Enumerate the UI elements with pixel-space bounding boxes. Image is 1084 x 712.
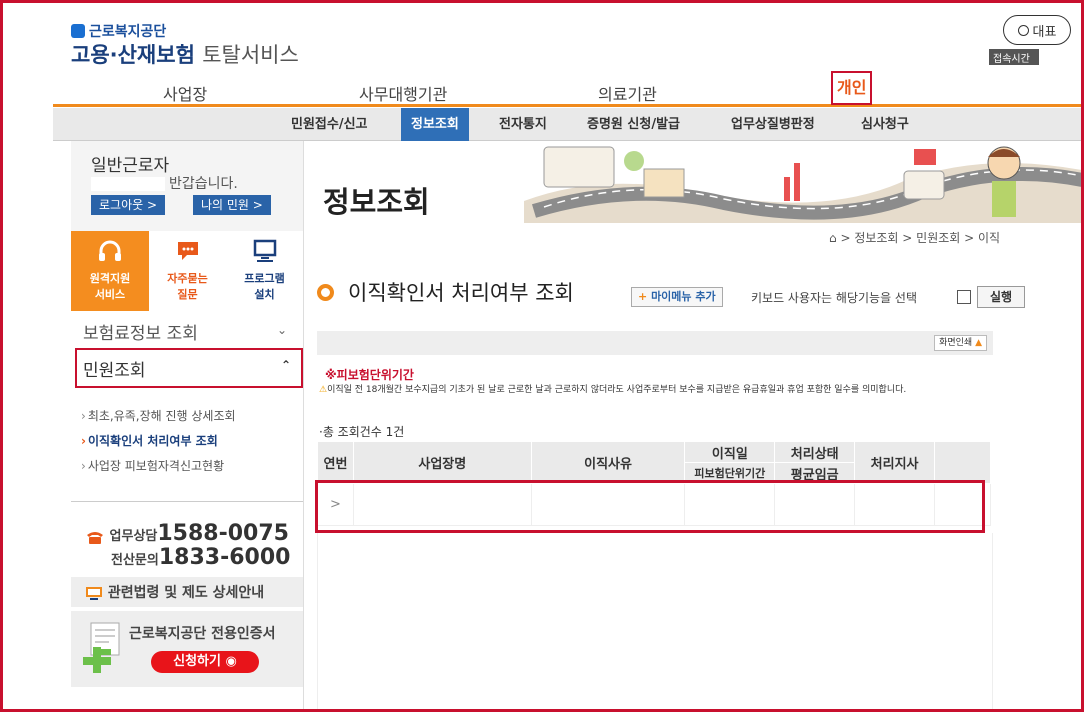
service-title[interactable]: 고용·산재보험 토탈서비스 <box>71 39 299 69</box>
top-nav-workplace[interactable]: 사업장 <box>163 81 207 105</box>
top-nav-personal[interactable]: 개인 <box>831 71 873 105</box>
side-menu-insurance-info[interactable]: 보험료정보 조회 ⌄ <box>83 319 293 344</box>
notice-text: ⚠이직일 전 18개월간 보수지급의 기초가 된 날로 근로한 날과 근로하지 … <box>319 385 907 395</box>
logout-button[interactable]: 로그아웃 > <box>91 195 166 215</box>
my-civil-button[interactable]: 나의 민원 > <box>193 195 271 215</box>
print-button[interactable]: 화면인쇄 ▲ <box>934 335 987 351</box>
remote-support-button[interactable]: 원격지원 서비스 <box>71 231 149 311</box>
col-header-status: 처리상태 <box>774 441 856 463</box>
user-box: 일반근로자 반갑습니다. 로그아웃 > 나의 민원 > <box>71 141 303 231</box>
headset-icon <box>99 240 121 261</box>
arrow-right-icon: › <box>81 434 86 448</box>
col-header-no: 연번 <box>317 441 354 484</box>
col-header-reason: 이직사유 <box>530 441 686 484</box>
tab-disease-judgment[interactable]: 업무상질병판정 <box>721 108 825 141</box>
page-title: 정보조회 <box>323 185 430 219</box>
section-bullet-icon <box>317 283 334 301</box>
user-greeting: 반갑습니다. <box>91 173 238 193</box>
certificate-icon <box>83 622 120 673</box>
certificate-box: 근로복지공단 전용인증서 신청하기 ◉ <box>71 611 303 687</box>
it-phone: 전산문의1833-6000 <box>111 545 291 570</box>
keyboard-checkbox[interactable] <box>957 290 971 304</box>
org-logo-icon <box>71 24 85 38</box>
plus-icon: + <box>638 290 648 303</box>
sidebar-divider <box>303 141 304 709</box>
tab-e-notice[interactable]: 전자통지 <box>489 108 557 141</box>
divider <box>71 501 303 502</box>
user-name-masked <box>91 177 165 191</box>
row-highlight <box>315 480 985 533</box>
side-menu-civil-inquiry[interactable]: 민원조회 ⌃ <box>75 348 303 388</box>
top-nav-agency[interactable]: 사무대행기관 <box>359 81 447 105</box>
monitor-icon <box>86 587 102 600</box>
top-nav: 사업장 사무대행기관 의료기관 개인 <box>53 71 1081 107</box>
access-time-badge: 접속시간 <box>989 49 1039 65</box>
org-logo[interactable]: 근로복지공단 <box>71 21 166 41</box>
table-body-area <box>317 533 993 709</box>
notice-title: ※피보험단위기간 <box>325 368 414 382</box>
sub-nav: 민원접수/신고 정보조회 전자통지 증명원 신청/발급 업무상질병판정 심사청구 <box>53 108 1081 141</box>
side-submenu-progress-detail[interactable]: › 최초,유족,장해 진행 상세조회 <box>81 407 236 424</box>
program-install-button[interactable]: 프로그램 설치 <box>226 231 303 311</box>
col-header-separation-date: 이직일 <box>684 441 776 463</box>
chat-bubble-icon <box>177 242 198 260</box>
breadcrumb: ⌂ > 정보조회 > 민원조회 > 이직 <box>829 231 1001 245</box>
faq-button[interactable]: 자주묻는 질문 <box>149 231 226 311</box>
home-icon[interactable]: ⌂ <box>829 231 837 245</box>
chevron-up-icon: ⌃ <box>280 358 291 372</box>
tab-review-request[interactable]: 심사청구 <box>851 108 919 141</box>
execute-button[interactable]: 실행 <box>977 286 1025 308</box>
rep-button[interactable]: 대표 <box>1003 15 1071 45</box>
law-info-link[interactable]: 관련법령 및 제도 상세안내 <box>71 577 303 607</box>
printer-icon: ▲ <box>975 338 982 348</box>
section-title: 이직확인서 처리여부 조회 <box>317 277 574 307</box>
side-submenu-separation-check[interactable]: › 이직확인서 처리여부 조회 <box>81 432 218 449</box>
phone-icon <box>87 531 103 544</box>
keyboard-user-text: 키보드 사용자는 해당기능을 선택 <box>751 291 918 305</box>
circle-icon <box>1017 24 1029 36</box>
chevron-down-icon: ⌄ <box>276 323 287 337</box>
top-nav-medical[interactable]: 의료기관 <box>598 81 657 105</box>
warning-icon: ⚠ <box>319 385 328 395</box>
print-bar: 화면인쇄 ▲ <box>317 331 993 355</box>
circle-arrow-icon: ◉ <box>225 654 237 669</box>
quick-links: 원격지원 서비스 자주묻는 질문 프로그램 설치 <box>71 231 303 311</box>
tab-civil-submit[interactable]: 민원접수/신고 <box>281 108 378 141</box>
col-header-workplace: 사업장명 <box>352 441 532 484</box>
col-header-branch: 처리지사 <box>854 441 936 484</box>
consult-phone: 업무상담1588-0075 <box>85 521 289 546</box>
tab-info-inquiry[interactable]: 정보조회 <box>401 108 469 141</box>
side-submenu-insured-status[interactable]: › 사업장 피보험자격신고현황 <box>81 457 224 474</box>
monitor-icon <box>253 239 276 262</box>
result-count: ·총 조회건수 1건 <box>319 425 405 439</box>
arrow-right-icon: › <box>81 459 86 473</box>
cert-apply-button[interactable]: 신청하기 ◉ <box>151 651 259 673</box>
col-header-spacer <box>934 441 991 484</box>
arrow-right-icon: › <box>81 409 86 423</box>
page-frame: 근로복지공단 고용·산재보험 토탈서비스 대표 접속시간 사업장 사무대행기관 … <box>0 0 1084 712</box>
tab-certificate[interactable]: 증명원 신청/발급 <box>577 108 690 141</box>
add-mymenu-button[interactable]: + 마이메뉴 추가 <box>631 287 723 307</box>
